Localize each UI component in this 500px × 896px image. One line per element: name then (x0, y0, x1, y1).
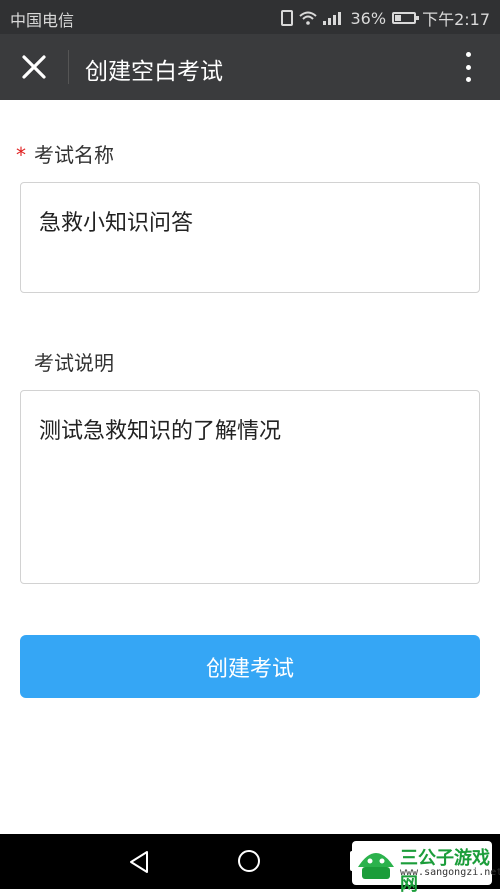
exam-name-label: * 考试名称 (16, 139, 114, 168)
more-vertical-icon[interactable] (464, 52, 472, 82)
wifi-icon (298, 11, 317, 25)
required-mark: * (16, 143, 26, 167)
create-exam-button-label: 创建考试 (205, 656, 294, 682)
back-icon[interactable] (128, 850, 150, 874)
toolbar-divider (68, 50, 69, 84)
carrier-label: 中国电信 (10, 11, 75, 30)
clock: 下午2:17 (422, 10, 490, 29)
page-title: 创建空白考试 (85, 59, 223, 85)
home-icon[interactable] (238, 850, 260, 872)
watermark-url: www.sangongzi.net (400, 867, 500, 878)
exam-name-value: 急救小知识问答 (39, 211, 194, 236)
exam-description-label-text: 考试说明 (34, 351, 114, 375)
close-icon[interactable] (18, 51, 50, 83)
exam-name-label-text: 考试名称 (34, 143, 114, 167)
battery-fill (395, 15, 402, 21)
exam-description-input[interactable]: 测试急救知识的了解情况 (20, 390, 480, 584)
watermark-logo (358, 853, 394, 879)
signal-icon (322, 11, 345, 25)
create-exam-button[interactable]: 创建考试 (20, 635, 480, 698)
toolbar: 创建空白考试 (0, 34, 500, 100)
status-bar: 中国电信 36% 下午2:17 (0, 0, 500, 34)
vibrate-icon (280, 10, 293, 26)
exam-description-value: 测试急救知识的了解情况 (39, 419, 282, 444)
battery-percent: 36% (350, 8, 387, 28)
watermark: 三公子游戏网 www.sangongzi.net (352, 841, 500, 895)
exam-description-label: 考试说明 (34, 347, 114, 376)
battery-icon (392, 12, 420, 24)
exam-name-input[interactable]: 急救小知识问答 (20, 182, 480, 293)
status-icons: 36% 下午2:17 (280, 6, 490, 30)
